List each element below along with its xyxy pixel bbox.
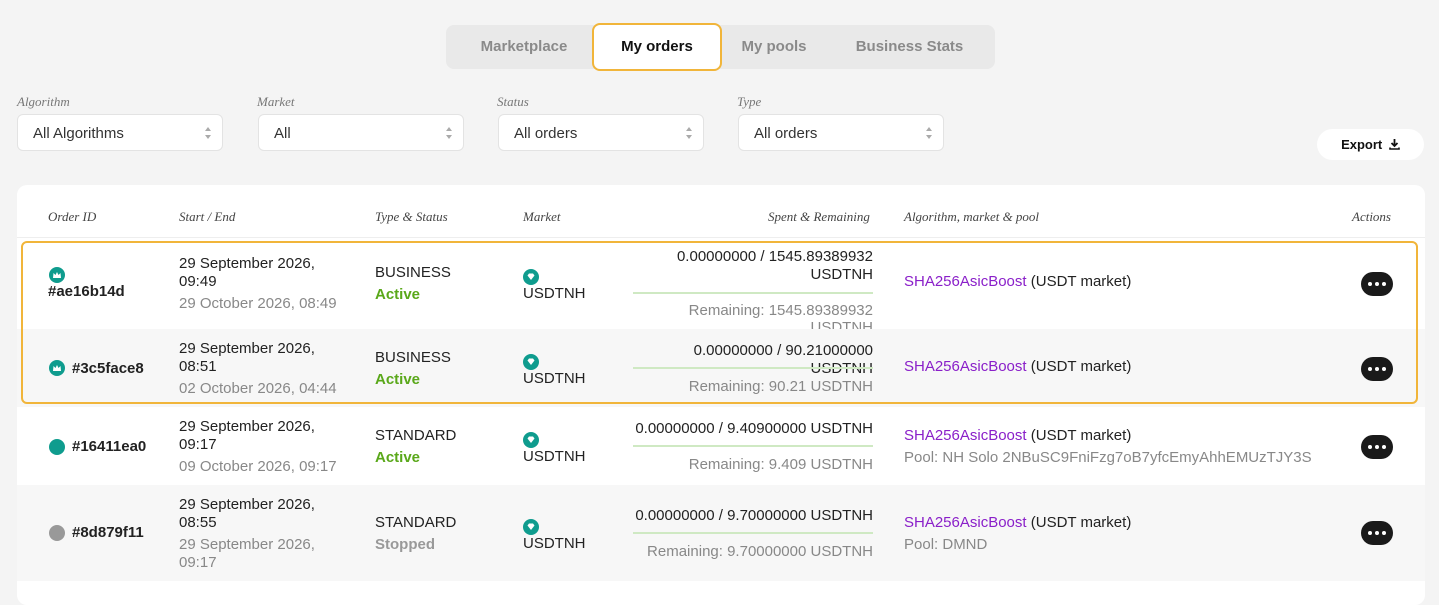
spent-value: 0.00000000 / 9.70000000 USDTNH bbox=[635, 507, 873, 524]
end-date: 29 September 2026, 09:17 bbox=[179, 536, 315, 571]
algorithm-link[interactable]: SHA256AsicBoost bbox=[904, 358, 1027, 375]
tab-my-orders[interactable]: My orders bbox=[592, 23, 722, 71]
order-type: BUSINESS bbox=[375, 264, 451, 281]
status-badge: Active bbox=[375, 449, 421, 466]
col-actions: Actions bbox=[1352, 209, 1391, 224]
spent-value: 0.00000000 / 9.40900000 USDTNH bbox=[635, 420, 873, 437]
remaining-value: Remaining: 90.21 USDTNH bbox=[688, 378, 873, 395]
crown-icon bbox=[49, 360, 65, 376]
algo-info: SHA256AsicBoost (USDT market) bbox=[904, 514, 1131, 531]
market-select-value: All bbox=[274, 125, 291, 142]
header-divider bbox=[17, 237, 1425, 238]
spent-value: 0.00000000 / 90.21000000 USDTNH bbox=[693, 342, 873, 377]
algorithm-link[interactable]: SHA256AsicBoost bbox=[904, 427, 1027, 444]
actions-menu-button[interactable] bbox=[1361, 272, 1393, 296]
market-label: USDTNH bbox=[523, 285, 586, 302]
spent-value: 0.00000000 / 1545.89389932 USDTNH bbox=[676, 248, 873, 283]
col-type-status[interactable]: Type & Status bbox=[375, 209, 448, 225]
order-type: STANDARD bbox=[375, 514, 457, 531]
table-row[interactable]: #3c5face8 29 September 2026, 08:51 02 Oc… bbox=[17, 329, 1425, 407]
order-id[interactable]: #8d879f11 bbox=[72, 524, 144, 541]
end-date: 02 October 2026, 04:44 bbox=[179, 380, 337, 397]
algorithm-link[interactable]: SHA256AsicBoost bbox=[904, 273, 1027, 290]
status-badge: Active bbox=[375, 286, 421, 303]
algorithm-link[interactable]: SHA256AsicBoost bbox=[904, 514, 1027, 531]
market-label: USDTNH bbox=[523, 448, 586, 465]
gem-icon bbox=[523, 519, 539, 535]
select-arrows-icon bbox=[446, 127, 452, 139]
algorithm-select[interactable]: All Algorithms bbox=[17, 114, 223, 151]
algo-market: (USDT market) bbox=[1030, 273, 1132, 290]
start-date: 29 September 2026, 08:55 bbox=[179, 496, 315, 531]
status-select-value: All orders bbox=[514, 125, 578, 142]
orders-table: Order ID Start / End Type & Status Marke… bbox=[17, 185, 1425, 605]
crown-icon bbox=[49, 267, 65, 283]
order-id[interactable]: #ae16b14d bbox=[48, 283, 125, 300]
status-dot-icon bbox=[49, 525, 65, 541]
progress-bar bbox=[633, 532, 873, 534]
type-select[interactable]: All orders bbox=[738, 114, 944, 151]
gem-icon bbox=[523, 432, 539, 448]
algorithm-select-value: All Algorithms bbox=[33, 125, 124, 142]
col-order-id[interactable]: Order ID bbox=[48, 209, 96, 225]
algorithm-filter-label: Algorithm bbox=[17, 94, 70, 109]
tab-my-pools[interactable]: My pools bbox=[724, 25, 824, 69]
select-arrows-icon bbox=[686, 127, 692, 139]
export-label: Export bbox=[1341, 137, 1383, 152]
table-row[interactable]: #16411ea0 29 September 2026, 09:17 09 Oc… bbox=[17, 407, 1425, 485]
select-arrows-icon bbox=[205, 127, 211, 139]
market-label: USDTNH bbox=[523, 370, 586, 387]
gem-icon bbox=[523, 354, 539, 370]
algo-info: SHA256AsicBoost (USDT market) bbox=[904, 273, 1131, 290]
remaining-value: Remaining: 9.409 USDTNH bbox=[688, 456, 873, 473]
algo-market: (USDT market) bbox=[1030, 514, 1132, 531]
progress-bar bbox=[633, 292, 873, 294]
actions-menu-button[interactable] bbox=[1361, 521, 1393, 545]
select-arrows-icon bbox=[926, 127, 932, 139]
start-date: 29 September 2026, 09:17 bbox=[179, 418, 315, 453]
tab-marketplace[interactable]: Marketplace bbox=[456, 25, 592, 69]
algo-market: (USDT market) bbox=[1030, 427, 1132, 444]
col-spent-remaining[interactable]: Spent & Remaining bbox=[768, 209, 870, 225]
col-market[interactable]: Market bbox=[523, 209, 561, 225]
status-filter-label: Status bbox=[497, 94, 529, 109]
market-label: USDTNH bbox=[523, 535, 586, 552]
pool-info: Pool: NH Solo 2NBuSC9FniFzg7oB7yfcEmyAhh… bbox=[904, 449, 1312, 466]
table-row[interactable]: #ae16b14d 29 September 2026, 09:49 29 Oc… bbox=[17, 241, 1425, 336]
tab-bar: Marketplace My orders My pools Business … bbox=[446, 23, 995, 71]
col-start-end[interactable]: Start / End bbox=[179, 209, 235, 225]
end-date: 29 October 2026, 08:49 bbox=[179, 295, 337, 312]
order-type: BUSINESS bbox=[375, 349, 451, 366]
start-date: 29 September 2026, 08:51 bbox=[179, 340, 315, 375]
end-date: 09 October 2026, 09:17 bbox=[179, 458, 337, 475]
order-id[interactable]: #3c5face8 bbox=[72, 360, 144, 377]
remaining-value: Remaining: 9.70000000 USDTNH bbox=[647, 543, 873, 560]
export-button[interactable]: Export bbox=[1317, 129, 1424, 160]
algo-info: SHA256AsicBoost (USDT market) bbox=[904, 358, 1131, 375]
status-dot-icon bbox=[49, 439, 65, 455]
start-date: 29 September 2026, 09:49 bbox=[179, 255, 315, 290]
type-select-value: All orders bbox=[754, 125, 818, 142]
algo-market: (USDT market) bbox=[1030, 358, 1132, 375]
pool-info: Pool: DMND bbox=[904, 536, 988, 553]
market-select[interactable]: All bbox=[258, 114, 464, 151]
col-algo-market-pool[interactable]: Algorithm, market & pool bbox=[904, 209, 1039, 225]
type-filter-label: Type bbox=[737, 94, 762, 109]
progress-bar bbox=[633, 367, 873, 369]
tab-business-stats[interactable]: Business Stats bbox=[836, 25, 983, 69]
order-id[interactable]: #16411ea0 bbox=[72, 438, 146, 455]
actions-menu-button[interactable] bbox=[1361, 357, 1393, 381]
market-filter-label: Market bbox=[257, 94, 295, 109]
progress-bar bbox=[633, 445, 873, 447]
table-row[interactable]: #8d879f11 29 September 2026, 08:55 29 Se… bbox=[17, 485, 1425, 581]
order-type: STANDARD bbox=[375, 427, 457, 444]
algo-info: SHA256AsicBoost (USDT market) bbox=[904, 427, 1131, 444]
actions-menu-button[interactable] bbox=[1361, 435, 1393, 459]
status-badge: Active bbox=[375, 371, 421, 388]
gem-icon bbox=[523, 269, 539, 285]
status-badge: Stopped bbox=[375, 536, 435, 553]
download-icon bbox=[1389, 139, 1400, 150]
status-select[interactable]: All orders bbox=[498, 114, 704, 151]
